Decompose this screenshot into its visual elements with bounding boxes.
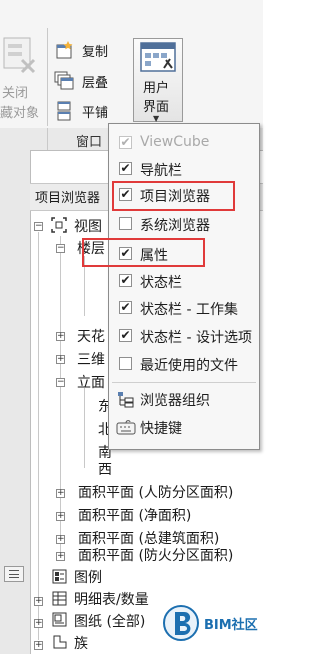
tile-icon (57, 101, 71, 121)
collapse-toggle[interactable]: − (56, 378, 65, 387)
tree-guide (38, 232, 39, 640)
checkbox-unchecked-icon (119, 357, 132, 370)
user-interface-icon (140, 42, 176, 72)
expand-toggle[interactable]: + (56, 355, 65, 364)
menu-item-status-bar-worksets[interactable]: ✔ 状态栏 - 工作集 (112, 297, 256, 319)
menu-item-recent-files[interactable]: 最近使用的文件 (112, 353, 256, 375)
expand-toggle[interactable]: + (56, 332, 65, 341)
checkbox-checked-icon: ✔ (119, 273, 132, 287)
tree-item-sheets[interactable]: 图纸 (全部) (74, 611, 145, 631)
copy-label: 复制 (82, 45, 109, 60)
tree-guide (84, 388, 85, 468)
user-interface-label-2: 界面 (143, 100, 170, 115)
menu-item-label: 快捷键 (140, 421, 182, 437)
copy-button[interactable]: 复制 (52, 38, 122, 62)
menu-item-label: 状态栏 - 设计选项 (140, 330, 252, 346)
user-interface-button[interactable]: 用户 界面 ▼ (133, 38, 183, 123)
tree-item-ceiling-plans[interactable]: 天花 (77, 326, 105, 346)
tree-item-families[interactable]: 族 (74, 633, 88, 653)
sheet-icon (52, 612, 67, 627)
browser-organization-icon (118, 392, 134, 408)
ribbon-divider (47, 28, 48, 126)
menu-separator (112, 382, 256, 383)
menu-item-browser-organization[interactable]: 浏览器组织 (112, 387, 256, 411)
collapse-toggle[interactable]: − (56, 244, 65, 253)
tree-item-elevations[interactable]: 立面 (77, 372, 105, 392)
checkbox-checked-icon: ✔ (119, 328, 132, 342)
expand-toggle[interactable]: + (34, 641, 43, 650)
tree-item-area-plan-fire[interactable]: 面积平面 (防火分区面积) (78, 545, 233, 565)
menu-item-label: 浏览器组织 (140, 393, 210, 409)
menu-item-label: ViewCube (140, 134, 210, 150)
expand-toggle[interactable]: + (34, 619, 43, 628)
expand-toggle[interactable]: + (56, 489, 65, 498)
expand-toggle[interactable]: + (56, 535, 65, 544)
views-icon (51, 217, 67, 233)
menu-item-navigation-bar[interactable]: ✔ 导航栏 (112, 158, 256, 180)
tree-item-area-plan-net[interactable]: 面积平面 (净面积) (78, 505, 191, 525)
bim-community-watermark: BIM社区 (162, 600, 262, 648)
menu-item-system-browser[interactable]: 系统浏览器 (112, 213, 256, 235)
checkbox-checked-icon: ✔ (119, 300, 132, 314)
user-interface-label-1: 用户 (143, 81, 170, 96)
close-hidden-objects-button[interactable]: 关闭 藏对象 (0, 30, 46, 122)
tree-item-elevation-west[interactable]: 西 (98, 459, 112, 479)
close-hidden-icon (3, 37, 36, 74)
menu-item-label: 状态栏 (140, 275, 182, 291)
legend-icon (52, 569, 67, 584)
panel-window-label: 窗口 (76, 135, 103, 150)
close-hidden-label-1: 关闭 (2, 86, 29, 101)
schedule-icon (52, 591, 67, 606)
menu-item-viewcube[interactable]: ✔ ViewCube (112, 132, 256, 154)
cascade-label: 层叠 (82, 76, 109, 91)
highlight-box-project-browser (112, 181, 235, 211)
collapse-toggle[interactable]: − (34, 222, 43, 231)
tree-item-schedules[interactable]: 明细表/数量 (74, 589, 149, 609)
watermark-text: BIM社区 (204, 618, 258, 633)
cascade-icon (54, 71, 74, 90)
menu-item-keyboard-shortcuts[interactable]: 快捷键 (112, 415, 256, 439)
tree-item-views[interactable]: 视图 (74, 216, 102, 236)
tree-item-area-plan-civil-defense[interactable]: 面积平面 (人防分区面积) (78, 482, 233, 502)
menu-item-status-bar[interactable]: ✔ 状态栏 (112, 270, 256, 292)
menu-item-label: 状态栏 - 工作集 (140, 302, 238, 318)
tree-item-3d-views[interactable]: 三维 (77, 349, 105, 369)
menu-item-status-bar-design-options[interactable]: ✔ 状态栏 - 设计选项 (112, 325, 256, 347)
dock-menu-icon[interactable] (4, 566, 24, 582)
menu-item-label: 最近使用的文件 (140, 358, 238, 374)
copy-window-icon (56, 41, 73, 59)
tree-item-legends[interactable]: 图例 (74, 567, 102, 587)
cascade-button[interactable]: 层叠 (52, 69, 122, 93)
expand-toggle[interactable]: + (56, 512, 65, 521)
keyboard-shortcuts-icon (116, 420, 136, 435)
tile-button[interactable]: 平铺 (52, 99, 122, 123)
checkbox-checked-icon: ✔ (119, 161, 132, 175)
checkbox-unchecked-icon (119, 217, 132, 230)
tree-guide (60, 236, 61, 556)
highlight-box-properties (82, 238, 205, 267)
bim-logo-icon (163, 605, 199, 641)
family-icon (53, 635, 67, 649)
chevron-down-icon: ▼ (153, 114, 160, 123)
close-hidden-label-2: 藏对象 (0, 106, 40, 121)
expand-toggle[interactable]: + (56, 552, 65, 561)
expand-toggle[interactable]: + (34, 597, 43, 606)
panel-divider (47, 128, 48, 150)
menu-item-label: 系统浏览器 (140, 218, 210, 234)
project-browser-title: 项目浏览器 (35, 191, 101, 206)
tile-label: 平铺 (82, 106, 109, 121)
checkbox-checked-icon: ✔ (119, 135, 132, 149)
menu-item-label: 导航栏 (140, 163, 182, 179)
